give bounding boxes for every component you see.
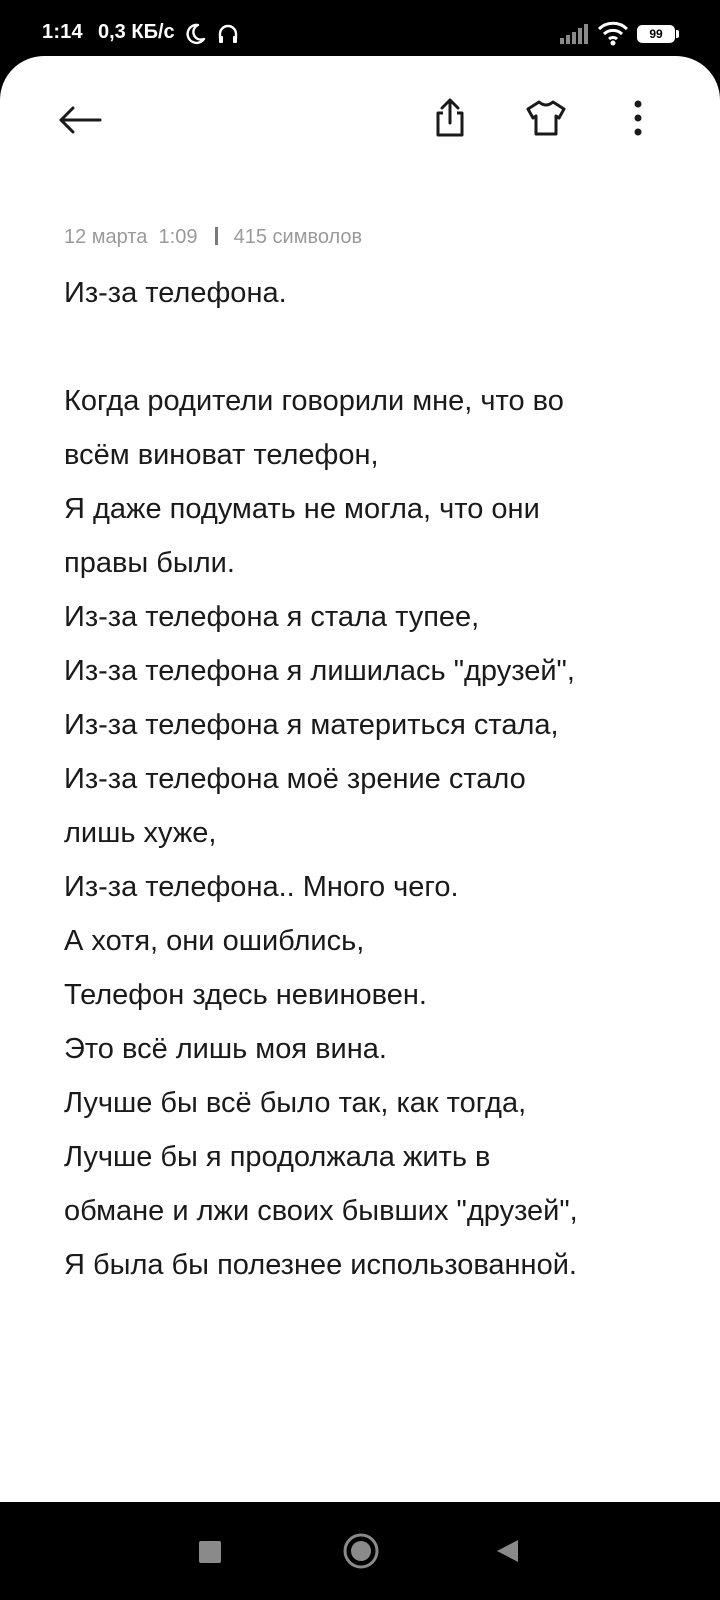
back-icon[interactable] [494, 1538, 520, 1569]
more-vertical-icon [633, 100, 643, 141]
share-button[interactable] [418, 88, 482, 152]
battery-icon: 99 [637, 25, 675, 43]
toolbar [0, 56, 720, 186]
note-line: Из-за телефона. [64, 277, 287, 309]
home-icon[interactable] [342, 1532, 380, 1575]
note-line: Телефон здесь невиновен. [64, 979, 427, 1011]
phone-screen: 1:14 0,3 КБ/с 99 12 марта 1:09 415 симво… [0, 0, 720, 1600]
back-button[interactable] [48, 90, 112, 154]
note-date: 12 марта 1:09 [64, 226, 198, 248]
note-line: А хотя, они ошиблись, [64, 925, 365, 957]
note-line: Из-за телефона.. Много чего. [64, 871, 459, 903]
headset-icon [216, 22, 240, 51]
battery-tip [676, 30, 679, 38]
status-time: 1:14 [42, 21, 83, 43]
note-line: Лучше бы я продолжала жить в [64, 1141, 491, 1173]
more-options-button[interactable] [614, 88, 662, 152]
back-arrow-icon [58, 105, 102, 140]
note-line: лишь хуже, [64, 817, 217, 849]
tshirt-icon [525, 99, 567, 142]
note-char-count: 415 символов [233, 226, 363, 248]
status-network-speed: 0,3 КБ/с [98, 21, 175, 43]
note-line: правы были. [64, 547, 235, 579]
recents-icon[interactable] [199, 1541, 221, 1563]
signal-icon [560, 24, 590, 49]
moon-icon [183, 22, 207, 51]
note-meta: 12 марта 1:09 415 символов [64, 226, 362, 249]
navigation-bar [0, 1502, 720, 1600]
note-line: Я даже подумать не могла, что они [64, 493, 540, 525]
note-text[interactable]: Из-за телефона. Когда родители говорили м… [64, 266, 704, 1292]
status-bar: 1:14 0,3 КБ/с 99 [0, 0, 720, 56]
note-blank-line [64, 320, 704, 374]
note-line: Когда родители говорили мне, что во [64, 385, 564, 417]
note-line: Это всё лишь моя вина. [64, 1033, 387, 1065]
battery-level: 99 [649, 27, 663, 41]
theme-button[interactable] [514, 88, 578, 152]
note-line: Из-за телефона я стала тупее, [64, 601, 480, 633]
note-line: Из-за телефона я лишилась "друзей", [64, 655, 575, 687]
note-line: обмане и лжи своих бывших "друзей", [64, 1195, 578, 1227]
wifi-icon [597, 20, 629, 51]
note-line: Я была бы полезнее использованной. [64, 1249, 577, 1281]
meta-separator [215, 227, 219, 245]
note-editor: 12 марта 1:09 415 символов Из-за телефон… [0, 56, 720, 1502]
share-icon [430, 98, 470, 143]
note-line: Из-за телефона моё зрение стало [64, 763, 526, 795]
note-line: всём виноват телефон, [64, 439, 379, 471]
note-line: Из-за телефона я материться стала, [64, 709, 559, 741]
note-line: Лучше бы всё было так, как тогда, [64, 1087, 527, 1119]
